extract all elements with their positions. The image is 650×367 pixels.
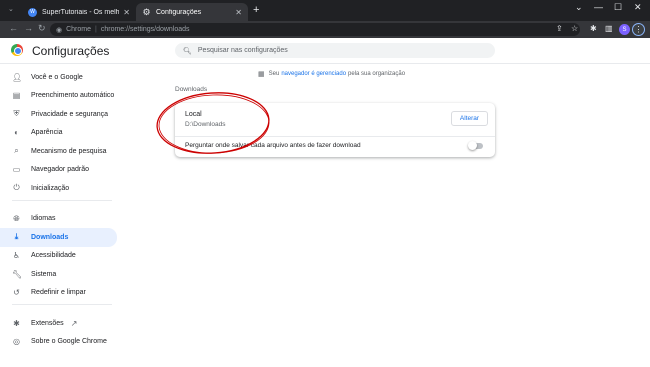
sidebar-item-label: Redefinir e limpar — [31, 289, 86, 297]
puzzle-icon: ✱ — [13, 318, 20, 328]
sidebar-item-system[interactable]: 🔧︎ Sistema — [0, 265, 120, 284]
sidebar-item-label: Downloads — [31, 233, 69, 241]
bookmark-star-icon[interactable]: ☆ — [571, 24, 578, 33]
tab-title: SuperTutoriais - Os melhores tu — [42, 8, 120, 16]
shield-icon: ⛨ — [13, 109, 20, 119]
person-icon: 👤︎ — [12, 72, 23, 82]
header-divider — [0, 63, 650, 64]
managed-notice: ▦ Seu navegador é gerenciado pela sua or… — [258, 70, 405, 78]
chrome-icon: ◎ — [13, 337, 20, 347]
sidebar-item-default-browser[interactable]: ▭ Navegador padrão — [0, 161, 120, 180]
wordpress-icon: W — [28, 7, 37, 17]
settings-sidebar: 👤︎ Você e o Google ▤ Preenchimento autom… — [0, 68, 120, 351]
page-title: Configurações — [32, 44, 110, 58]
close-tab-icon[interactable]: ✕ — [123, 8, 130, 17]
globe-icon: 🌐︎ — [13, 213, 20, 223]
managed-suffix: pela sua organização — [348, 71, 406, 77]
sidebar-item-search-engine[interactable]: ⌕ Mecanismo de pesquisa — [0, 142, 120, 161]
managed-link[interactable]: navegador é gerenciado — [281, 71, 346, 77]
share-icon[interactable]: ⇪ — [556, 24, 563, 33]
omnibox-scheme: Chrome — [66, 26, 92, 33]
sidebar-item-label: Inicialização — [31, 184, 70, 192]
sidebar-item-privacy[interactable]: ⛨ Privacidade e segurança — [0, 105, 120, 124]
wrench-icon: 🔧︎ — [12, 269, 23, 279]
chrome-logo-icon — [11, 44, 23, 56]
tab-list-icon[interactable]: ⌄ — [575, 2, 583, 13]
sidebar-item-label: Aparência — [31, 129, 63, 137]
forward-icon[interactable]: → — [24, 23, 33, 33]
back-icon[interactable]: ← — [9, 23, 18, 33]
tab-settings[interactable]: ⚙ Configurações ✕ — [136, 3, 248, 21]
sidebar-item-extensions[interactable]: ✱ Extensões ↗ — [0, 314, 120, 333]
change-location-button[interactable]: Alterar — [451, 111, 488, 126]
ask-where-toggle[interactable] — [468, 141, 483, 150]
sidebar-item-label: Idiomas — [31, 215, 56, 223]
history-icon: ↺ — [13, 288, 20, 298]
sidebar-divider — [12, 304, 112, 312]
sidebar-item-label: Acessibilidade — [31, 252, 76, 260]
sidebar-item-label: Sistema — [31, 270, 57, 278]
browser-icon: ▭ — [12, 165, 21, 175]
sidebar-item-languages[interactable]: 🌐︎ Idiomas — [0, 210, 120, 229]
tab-search-icon[interactable]: ⌄ — [8, 5, 14, 13]
sidebar-item-startup[interactable]: ⏻ Inicialização — [0, 179, 120, 198]
external-link-icon: ↗ — [70, 318, 78, 328]
tab-supertutoriais[interactable]: W SuperTutoriais - Os melhores tu ✕ — [22, 3, 136, 21]
reload-icon[interactable]: ↻ — [38, 23, 46, 34]
sidebar-item-label: Privacidade e segurança — [31, 110, 109, 118]
sidebar-item-appearance[interactable]: ◐ Aparência — [0, 124, 120, 143]
tab-strip: ⌄ W SuperTutoriais - Os melhores tu ✕ ⚙ … — [0, 0, 650, 21]
sidebar-item-label: Navegador padrão — [31, 166, 89, 174]
menu-icon[interactable]: ⋮ — [632, 23, 645, 36]
palette-icon: ◐ — [14, 128, 19, 138]
sidebar-item-downloads[interactable]: ⤓ Downloads — [0, 228, 117, 247]
search-placeholder: Pesquisar nas configurações — [197, 47, 288, 54]
browser-toolbar: ← → ↻ ◉ Chrome | chrome://settings/downl… — [0, 21, 650, 38]
sidebar-item-autofill[interactable]: ▤ Preenchimento automático — [0, 87, 120, 106]
sidebar-item-label: Mecanismo de pesquisa — [31, 147, 107, 155]
sidebar-divider — [12, 199, 112, 208]
site-info-icon[interactable]: ◉ — [56, 26, 62, 34]
annotation-ellipse — [156, 92, 270, 154]
side-panel-icon[interactable]: ▥ — [605, 24, 613, 33]
avatar[interactable]: S — [619, 24, 630, 35]
sidebar-item-label: Extensões — [31, 319, 64, 327]
new-tab-button[interactable]: + — [253, 4, 259, 16]
sidebar-item-about[interactable]: ◎ Sobre o Google Chrome — [0, 333, 120, 352]
settings-search-input[interactable]: 🔍︎ Pesquisar nas configurações — [175, 43, 495, 58]
maximize-icon[interactable]: ☐ — [614, 2, 622, 13]
sidebar-item-label: Sobre o Google Chrome — [31, 338, 107, 346]
extensions-icon[interactable]: ✱ — [590, 24, 597, 33]
search-icon: 🔍︎ — [183, 47, 192, 55]
building-icon: ▦ — [258, 71, 265, 78]
search-icon: ⌕ — [14, 146, 19, 156]
download-icon: ⤓ — [14, 232, 19, 242]
managed-prefix: Seu — [268, 71, 280, 77]
gear-icon: ⚙ — [142, 6, 151, 17]
minimize-icon[interactable]: — — [594, 2, 603, 12]
accessibility-icon: ♿︎ — [12, 251, 21, 261]
address-bar[interactable]: ◉ Chrome | chrome://settings/downloads — [50, 23, 580, 36]
sidebar-item-label: Você e o Google — [31, 73, 83, 81]
sidebar-item-accessibility[interactable]: ♿︎ Acessibilidade — [0, 247, 120, 266]
sidebar-item-label: Preenchimento automático — [31, 92, 115, 100]
omnibox-url: chrome://settings/downloads — [100, 26, 190, 33]
clipboard-icon: ▤ — [12, 91, 21, 101]
tab-title: Configurações — [156, 8, 202, 16]
close-window-icon[interactable]: ✕ — [634, 2, 642, 13]
omnibox-separator: | — [95, 26, 97, 33]
sidebar-item-you-and-google[interactable]: 👤︎ Você e o Google — [0, 68, 120, 87]
close-tab-icon[interactable]: ✕ — [235, 8, 242, 17]
power-icon: ⏻ — [13, 183, 20, 193]
sidebar-item-reset[interactable]: ↺ Redefinir e limpar — [0, 284, 120, 303]
